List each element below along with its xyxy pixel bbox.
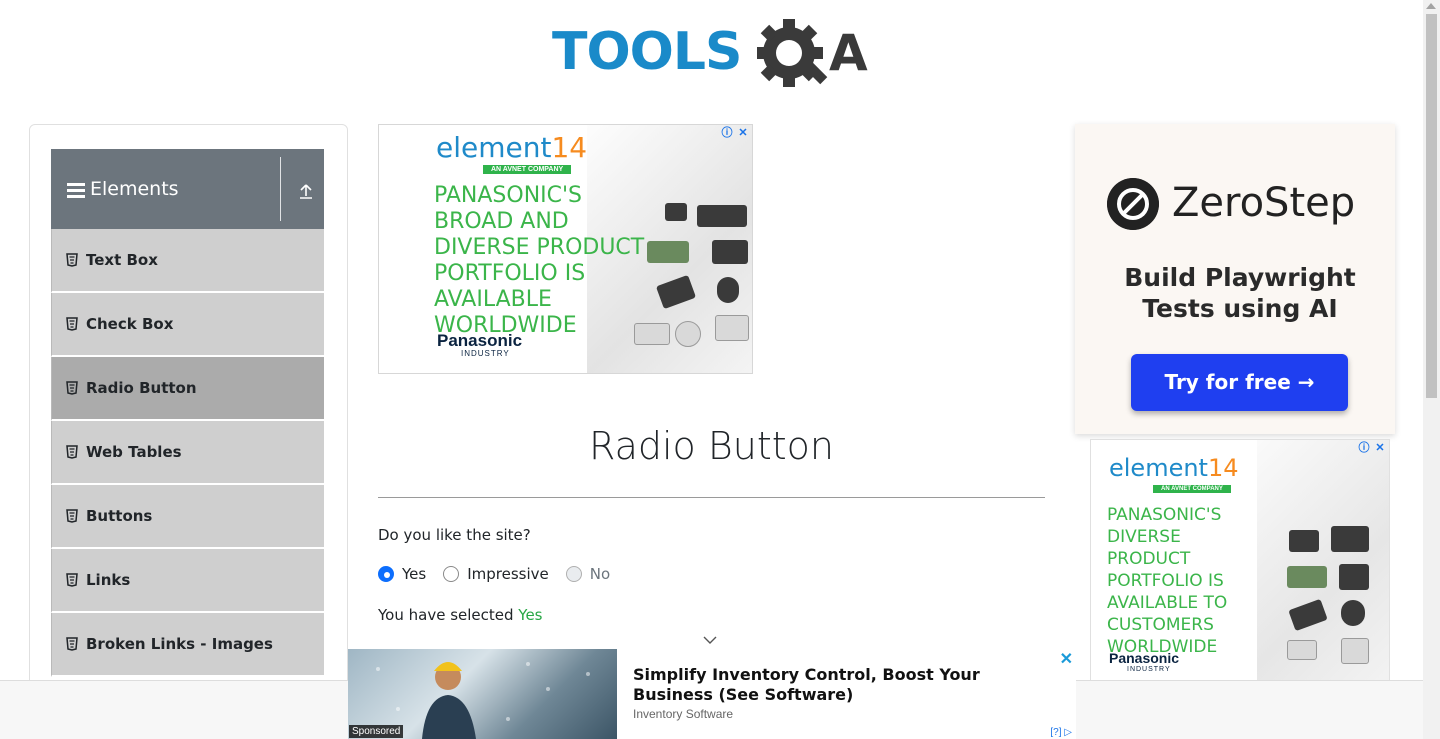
- ad-product-background: [1257, 440, 1389, 683]
- sponsored-badge: Sponsored: [349, 725, 404, 738]
- html5-icon: [66, 573, 78, 587]
- ad-zerostep-tagline: Build Playwright Tests using AI: [1124, 263, 1356, 323]
- sidebar-item-label: Check Box: [86, 315, 174, 333]
- ad-brand-sub: AN AVNET COMPANY: [1153, 485, 1231, 493]
- sidebar-item-check-box[interactable]: Check Box: [51, 293, 324, 357]
- ad-product-image: [1287, 566, 1327, 588]
- ad-info-icon[interactable]: ⓘ: [720, 126, 734, 140]
- ad-zerostep-name: ZeroStep: [1172, 180, 1356, 226]
- radio-yes-input[interactable]: [378, 566, 394, 582]
- zerostep-logo-icon: [1107, 178, 1159, 230]
- question-label: Do you like the site?: [378, 526, 531, 544]
- sidebar-item-label: Links: [86, 571, 131, 589]
- ad-close-icon[interactable]: ✕: [736, 126, 750, 140]
- sidebar-item-buttons[interactable]: Buttons: [51, 485, 324, 549]
- ad-try-free-button[interactable]: Try for free →: [1131, 354, 1348, 411]
- ad-partner-sub: INDUSTRY: [1127, 666, 1171, 673]
- radio-impressive[interactable]: Impressive: [443, 565, 549, 583]
- ad-banner-top[interactable]: element14 AN AVNET COMPANY PANASONIC'S B…: [378, 124, 753, 374]
- ad-brand: element14: [436, 131, 588, 164]
- close-icon[interactable]: ✕: [1060, 649, 1073, 669]
- ad-product-image: [715, 315, 749, 341]
- ad-product-image: [712, 240, 748, 264]
- result-prefix: You have selected: [378, 606, 519, 624]
- html5-icon: [66, 637, 78, 651]
- page-title: Radio Button: [589, 424, 834, 468]
- sidebar-item-text-box[interactable]: Text Box: [51, 229, 324, 293]
- ad-image: Sponsored: [348, 649, 617, 739]
- sidebar-group-header[interactable]: Elements: [51, 149, 324, 229]
- ad-partner: Panasonic: [1109, 650, 1180, 666]
- ad-product-image: [1289, 530, 1319, 552]
- toolsqa-logo[interactable]: TOOLS A: [552, 14, 882, 92]
- ad-product-image: [1287, 640, 1317, 660]
- html5-icon: [66, 317, 78, 331]
- ad-product-image: [697, 205, 747, 227]
- result-value: Yes: [518, 606, 543, 624]
- html5-icon: [66, 445, 78, 459]
- ad-product-image: [675, 321, 701, 347]
- html5-icon: [66, 253, 78, 267]
- ad-close-icon[interactable]: ✕: [1373, 441, 1387, 455]
- collapse-arrow-icon[interactable]: [296, 181, 316, 201]
- sidebar-item-label: Text Box: [86, 251, 158, 269]
- scroll-thumb[interactable]: [1426, 14, 1437, 398]
- ad-partner-sub: INDUSTRY: [461, 349, 510, 358]
- ad-product-image: [1331, 526, 1369, 552]
- chevron-down-icon[interactable]: [703, 635, 717, 645]
- ad-controls: ⓘ ✕: [1357, 441, 1387, 455]
- logo-text-a: A: [829, 24, 868, 82]
- bottom-ad[interactable]: Sponsored Simplify Inventory Control, Bo…: [348, 649, 1076, 739]
- page: TOOLS A Elements Text Box Check Box Radi…: [0, 0, 1440, 739]
- header-divider: [280, 157, 281, 221]
- sidebar-item-label: Broken Links - Images: [86, 635, 273, 653]
- ad-product-image: [665, 203, 687, 221]
- ad-brand-sub: AN AVNET COMPANY: [483, 165, 572, 174]
- sidebar-item-web-tables[interactable]: Web Tables: [51, 421, 324, 485]
- radio-yes-label[interactable]: Yes: [402, 565, 426, 583]
- radio-no-input: [565, 566, 582, 582]
- ad-product-image: [717, 277, 739, 303]
- sidebar-menu: Text Box Check Box Radio Button Web Tabl…: [51, 229, 324, 677]
- page-scrollbar[interactable]: [1423, 0, 1440, 739]
- radio-no-label: No: [589, 565, 611, 583]
- ad-copy: PANASONIC'S DIVERSE PRODUCT PORTFOLIO IS…: [1107, 505, 1228, 657]
- ad-banner-right[interactable]: element14 AN AVNET COMPANY PANASONIC'S D…: [1090, 439, 1390, 684]
- html5-icon: [66, 381, 78, 395]
- ad-product-image: [1339, 564, 1369, 590]
- menu-icon: [67, 183, 85, 198]
- title-divider: [378, 497, 1045, 498]
- scroll-up-icon[interactable]: [1426, 3, 1436, 9]
- sidebar-item-label: Web Tables: [86, 443, 182, 461]
- ad-controls: ⓘ ✕: [720, 126, 750, 140]
- ad-zerostep[interactable]: ZeroStep Build Playwright Tests using AI…: [1075, 124, 1395, 434]
- sidebar-item-links[interactable]: Links: [51, 549, 324, 613]
- ad-product-image: [1341, 600, 1365, 626]
- sidebar-item-broken-links[interactable]: Broken Links - Images: [51, 613, 324, 677]
- radio-group: Yes Impressive No: [378, 565, 627, 583]
- radio-no: No: [565, 565, 611, 583]
- bottom-ad-headline[interactable]: Simplify Inventory Control, Boost Your B…: [633, 665, 1053, 705]
- radio-yes[interactable]: Yes: [378, 565, 426, 583]
- logo-text: TOOLS: [552, 22, 742, 82]
- sidebar-item-label: Radio Button: [86, 379, 197, 397]
- sidebar-item-radio-button[interactable]: Radio Button: [51, 357, 324, 421]
- radio-impressive-label[interactable]: Impressive: [467, 565, 549, 583]
- html5-icon: [66, 509, 78, 523]
- sidebar-group-title: Elements: [90, 178, 179, 200]
- ad-brand: element14: [1109, 454, 1239, 482]
- ad-copy: PANASONIC'S BROAD AND DIVERSE PRODUCT PO…: [434, 183, 645, 338]
- ad-info-icon[interactable]: [?] ▷: [1050, 727, 1072, 738]
- ad-product-image: [1341, 638, 1369, 664]
- bottom-ad-source: Inventory Software: [633, 707, 734, 721]
- logo-gear-icon: A: [757, 19, 868, 87]
- ad-partner: Panasonic: [437, 331, 523, 350]
- radio-impressive-input[interactable]: [443, 566, 460, 582]
- ad-info-icon[interactable]: ⓘ: [1357, 441, 1371, 455]
- sidebar-item-label: Buttons: [86, 507, 153, 525]
- selection-result: You have selected Yes: [378, 606, 543, 624]
